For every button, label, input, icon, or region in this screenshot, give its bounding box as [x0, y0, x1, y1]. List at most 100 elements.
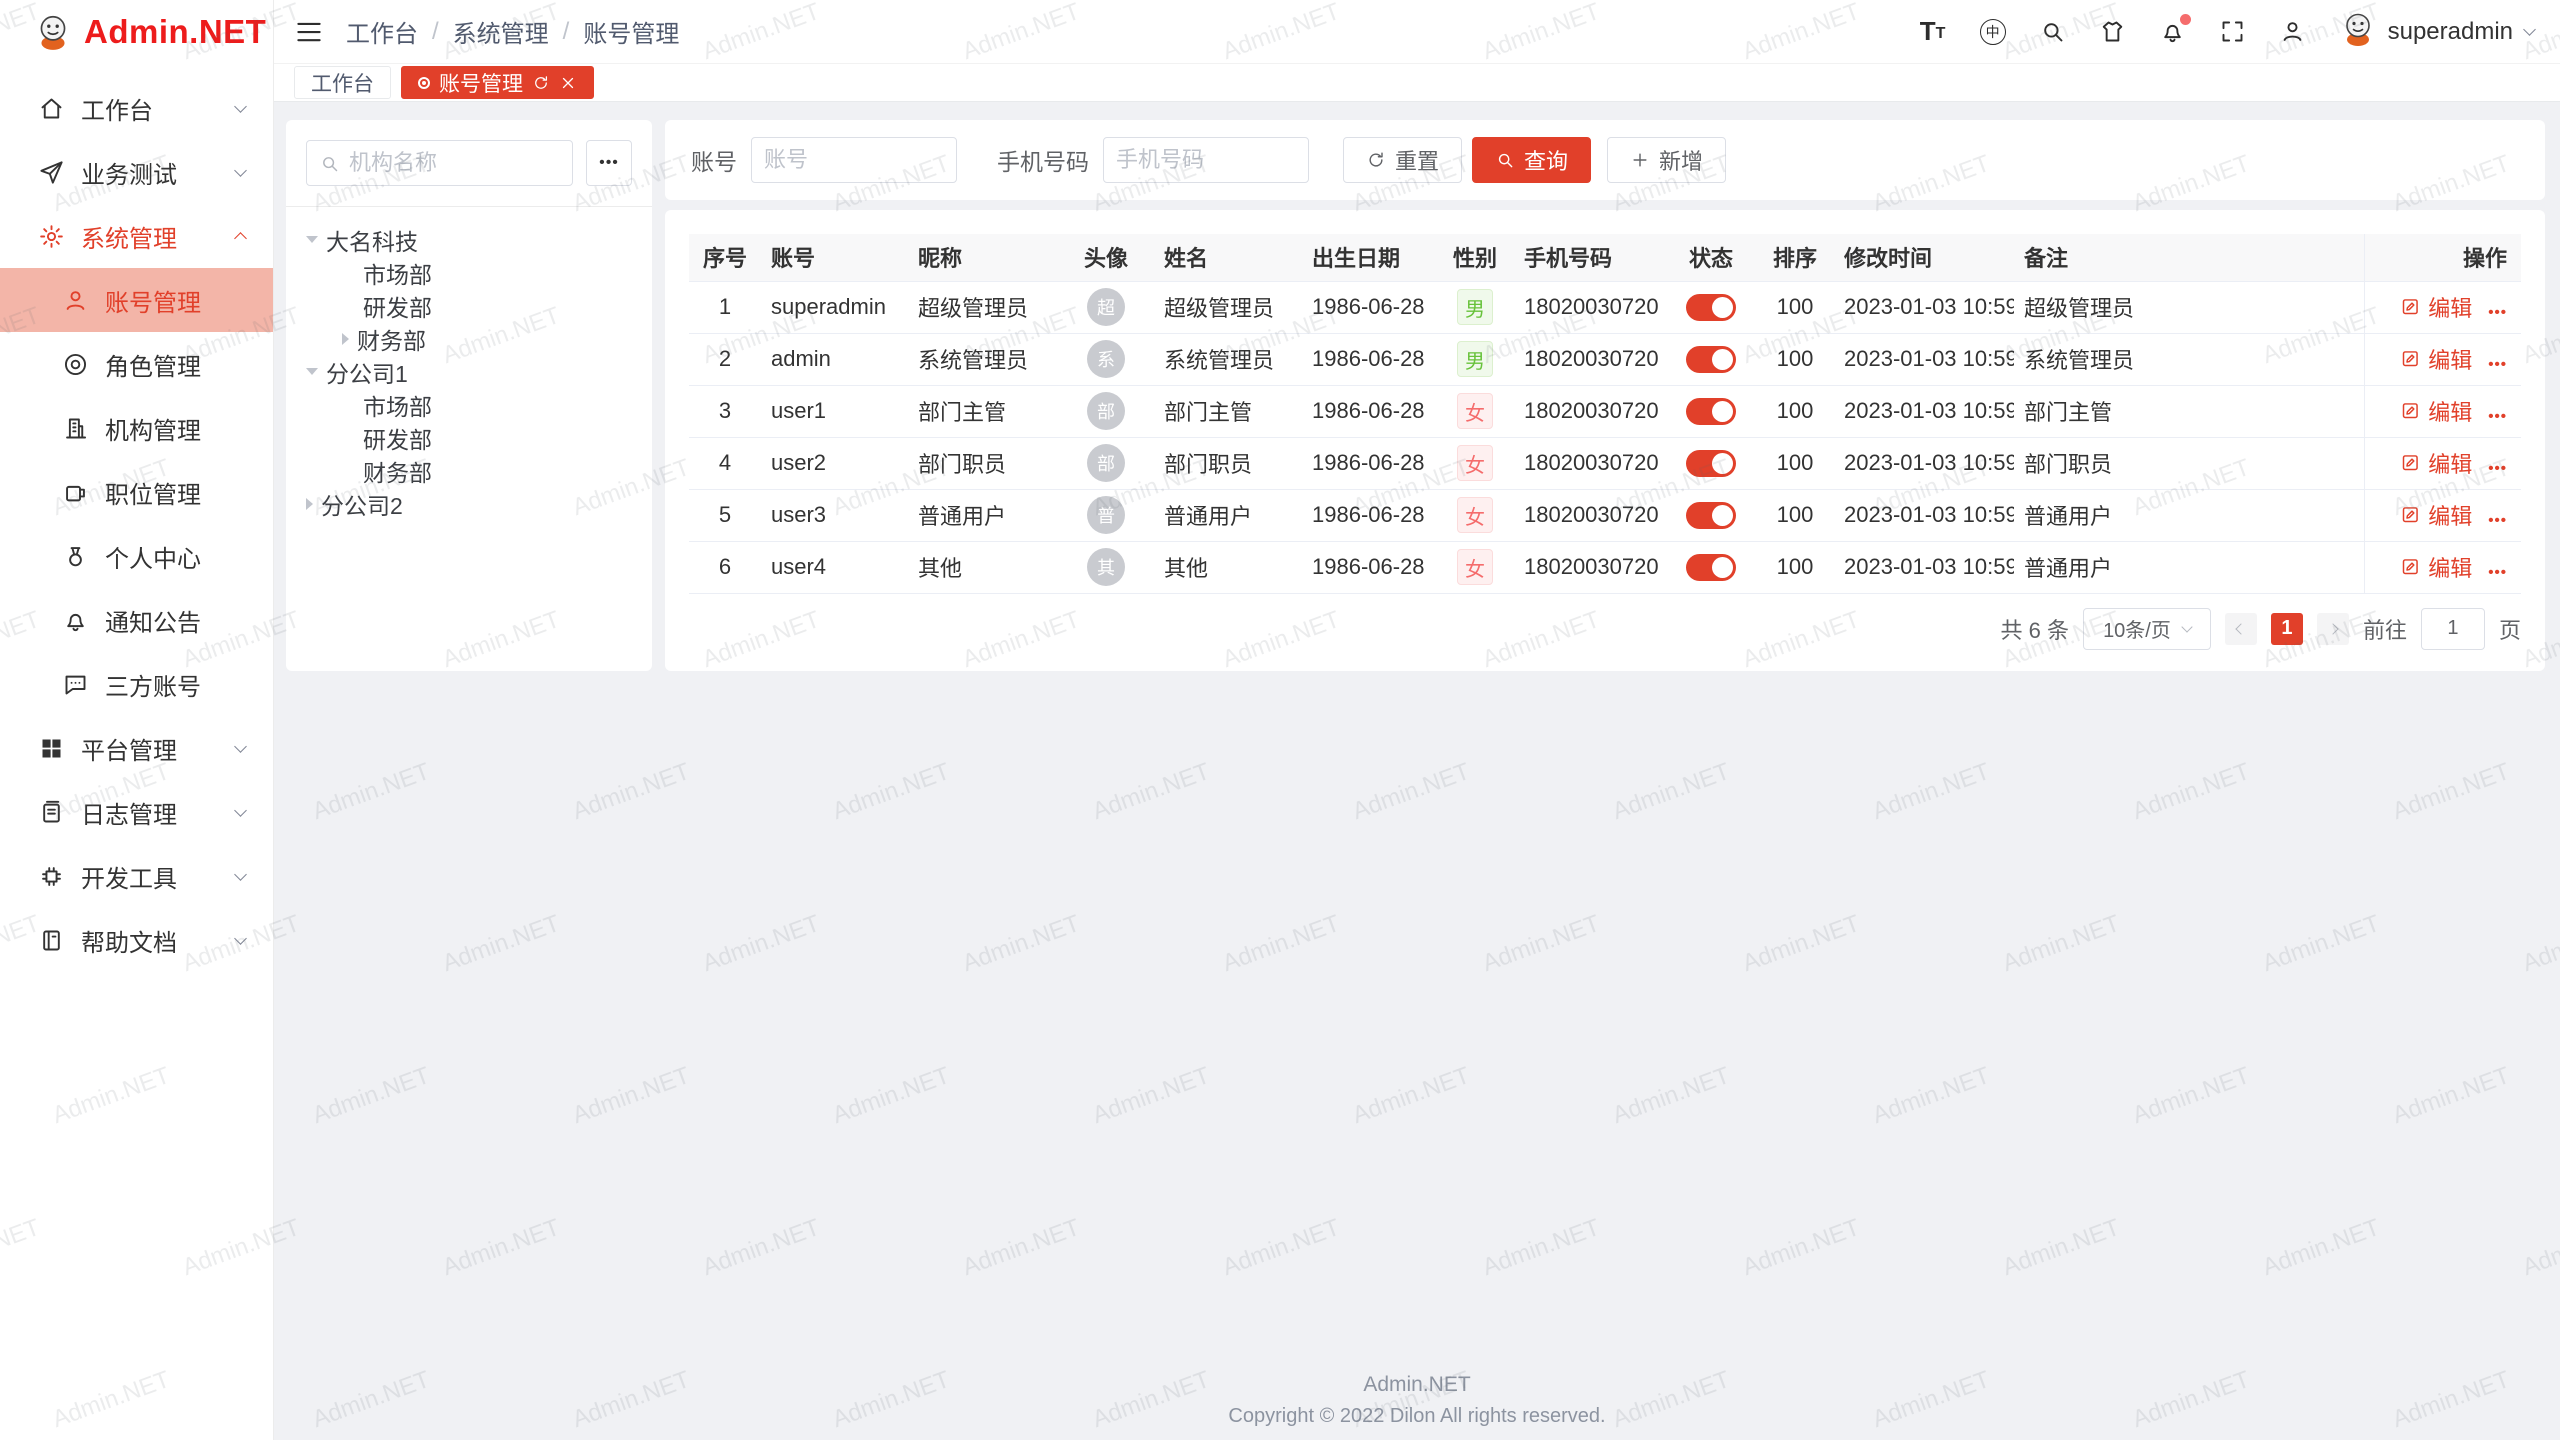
more-actions-button[interactable]: •••	[2488, 564, 2507, 581]
edit-button[interactable]: 编辑	[2400, 395, 2472, 427]
more-actions-button[interactable]: •••	[2488, 460, 2507, 477]
org-search-input[interactable]	[349, 150, 560, 176]
user-menu[interactable]: superadmin	[2338, 9, 2534, 54]
cell-status	[1666, 333, 1756, 385]
sidebar-item-business-test[interactable]: 业务测试	[0, 140, 273, 204]
caret-down-icon[interactable]	[306, 368, 318, 375]
refresh-icon[interactable]	[532, 74, 550, 92]
sidebar-item-workbench[interactable]: 工作台	[0, 76, 273, 140]
status-toggle[interactable]	[1686, 502, 1736, 529]
sidebar-item-account-management[interactable]: 账号管理	[0, 268, 273, 332]
tree-node[interactable]: 研发部	[298, 289, 640, 322]
tree-node[interactable]: 分公司2	[298, 487, 640, 520]
edit-button[interactable]: 编辑	[2400, 447, 2472, 479]
cell-account: user2	[761, 437, 908, 489]
breadcrumb-item[interactable]: 账号管理	[583, 14, 679, 49]
status-toggle[interactable]	[1686, 450, 1736, 477]
notification-icon[interactable]	[2158, 17, 2188, 47]
tree-node[interactable]: 财务部	[298, 322, 640, 355]
edit-button[interactable]: 编辑	[2400, 499, 2472, 531]
sidebar-item-org-management[interactable]: 机构管理	[0, 396, 273, 460]
cell-remark: 普通用户	[2014, 489, 2364, 541]
add-button[interactable]: 新增	[1607, 137, 1726, 183]
status-toggle[interactable]	[1686, 294, 1736, 321]
fullscreen-icon[interactable]	[2218, 17, 2248, 47]
tab-workbench[interactable]: 工作台	[294, 66, 391, 99]
cell-order: 100	[1756, 385, 1834, 437]
edit-button[interactable]: 编辑	[2400, 551, 2472, 583]
sidebar-item-log-management[interactable]: 日志管理	[0, 780, 273, 844]
cell-birthdate: 1986-06-28	[1302, 333, 1436, 385]
status-toggle[interactable]	[1686, 554, 1736, 581]
account-filter-input[interactable]	[764, 147, 944, 173]
language-icon[interactable]: 中	[1978, 17, 2008, 47]
logo-monkey-icon	[32, 11, 74, 53]
tree-node[interactable]: 财务部	[298, 454, 640, 487]
breadcrumb-item[interactable]: 系统管理	[453, 14, 549, 49]
cell-remark: 超级管理员	[2014, 281, 2364, 333]
tree-node-label: 分公司1	[326, 355, 408, 389]
sidebar-item-third-party-account[interactable]: 三方账号	[0, 652, 273, 716]
caret-right-icon[interactable]	[342, 333, 349, 345]
next-page-button[interactable]	[2317, 613, 2349, 645]
cell-avatar: 其	[1058, 541, 1154, 593]
sidebar: Admin.NET 工作台 业务测试 系统管理 账号管理 角色管理 机构管理	[0, 0, 274, 1440]
tree-node-label: 研发部	[363, 421, 432, 455]
more-actions-button[interactable]: •••	[2488, 512, 2507, 529]
cell-index: 5	[689, 489, 761, 541]
status-toggle[interactable]	[1686, 346, 1736, 373]
sidebar-item-label: 角色管理	[105, 347, 201, 382]
caret-right-icon[interactable]	[306, 498, 313, 510]
more-actions-button[interactable]: •••	[2488, 304, 2507, 321]
accounts-table: 序号 账号 昵称 头像 姓名 出生日期 性别 手机号码 状态 排序 修改时间	[689, 234, 2521, 594]
table-row: 5user3普通用户普普通用户1986-06-28女18020030720100…	[689, 489, 2521, 541]
phone-filter-input[interactable]	[1116, 147, 1296, 173]
close-icon[interactable]	[559, 74, 577, 92]
edit-icon	[2400, 348, 2421, 369]
theme-icon[interactable]	[2098, 17, 2128, 47]
caret-down-icon[interactable]	[306, 236, 318, 243]
sidebar-item-position-management[interactable]: 职位管理	[0, 460, 273, 524]
more-actions-button[interactable]: •••	[2488, 408, 2507, 425]
sidebar-item-personal-center[interactable]: 个人中心	[0, 524, 273, 588]
menu-fold-icon[interactable]	[294, 17, 324, 47]
sidebar-item-system-management[interactable]: 系统管理	[0, 204, 273, 268]
cell-actions: 编辑 •••	[2364, 489, 2521, 541]
status-toggle[interactable]	[1686, 398, 1736, 425]
page-size-select[interactable]: 10条/页	[2083, 608, 2211, 650]
sidebar-item-label: 通知公告	[105, 603, 201, 638]
edit-button[interactable]: 编辑	[2400, 343, 2472, 375]
cell-avatar: 部	[1058, 437, 1154, 489]
goto-page-input[interactable]	[2421, 608, 2485, 650]
logo[interactable]: Admin.NET	[0, 0, 273, 64]
edit-button[interactable]: 编辑	[2400, 291, 2472, 323]
prev-page-button[interactable]	[2225, 613, 2257, 645]
tree-node[interactable]: 市场部	[298, 388, 640, 421]
search-icon[interactable]	[2038, 17, 2068, 47]
tree-node[interactable]: 研发部	[298, 421, 640, 454]
chevron-down-icon	[2181, 621, 2192, 632]
cell-remark: 系统管理员	[2014, 333, 2364, 385]
tree-node[interactable]: 市场部	[298, 256, 640, 289]
chevron-down-icon	[234, 740, 247, 753]
sidebar-item-notice[interactable]: 通知公告	[0, 588, 273, 652]
cell-birthdate: 1986-06-28	[1302, 437, 1436, 489]
org-tree: 大名科技市场部研发部财务部分公司1市场部研发部财务部分公司2	[286, 207, 652, 520]
reset-button[interactable]: 重置	[1343, 137, 1462, 183]
sidebar-item-platform-management[interactable]: 平台管理	[0, 716, 273, 780]
tree-node-label: 市场部	[363, 256, 432, 290]
tree-node[interactable]: 分公司1	[298, 355, 640, 388]
sidebar-item-help-docs[interactable]: 帮助文档	[0, 908, 273, 972]
current-page[interactable]: 1	[2271, 613, 2303, 645]
profile-icon[interactable]	[2278, 17, 2308, 47]
tree-more-button[interactable]: •••	[586, 140, 632, 186]
breadcrumb-item[interactable]: 工作台	[346, 14, 418, 49]
query-button[interactable]: 查询	[1472, 137, 1591, 183]
font-size-icon[interactable]: TT	[1918, 17, 1948, 47]
tree-node[interactable]: 大名科技	[298, 223, 640, 256]
sidebar-item-role-management[interactable]: 角色管理	[0, 332, 273, 396]
more-actions-button[interactable]: •••	[2488, 356, 2507, 373]
tab-account-management[interactable]: 账号管理	[401, 66, 594, 99]
sidebar-item-dev-tools[interactable]: 开发工具	[0, 844, 273, 908]
edit-icon	[2400, 452, 2421, 473]
